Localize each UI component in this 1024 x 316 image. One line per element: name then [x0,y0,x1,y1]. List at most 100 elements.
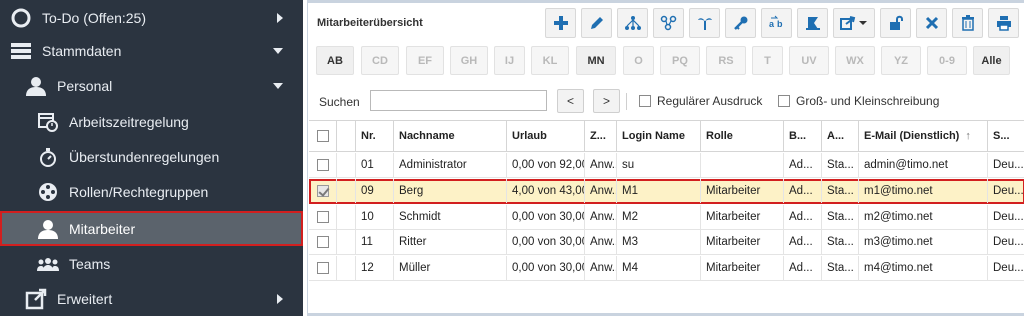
sidebar-item-label: Personal [57,77,113,94]
row-select-cell[interactable] [309,256,337,280]
case-option[interactable]: Groß- und Kleinschreibung [778,94,939,108]
alpha-filter-MN[interactable]: MN [576,46,616,75]
cell-s: Deu... [993,159,1024,171]
table-row[interactable]: 12 Müller 0,00 von 30,00 Anw... M4 Mitar… [309,256,1024,281]
add-button[interactable] [545,8,576,38]
delete-button[interactable] [916,8,947,38]
row-checkbox[interactable] [316,262,329,274]
select-all-cell[interactable] [309,121,337,151]
edit-button[interactable] [581,8,612,38]
cell-s: Deu... [993,211,1024,223]
row-checkbox-checked[interactable] [316,185,329,197]
alpha-filter-CD[interactable]: CD [361,46,399,75]
flag-list-icon [805,17,820,30]
chevron-right-icon [277,293,283,304]
alpha-filter-UV[interactable]: UV [789,46,829,75]
sidebar-item-ueberstunden[interactable]: Überstundenregelungen [0,139,303,174]
external-edit-icon [24,287,48,311]
row-checkbox[interactable] [316,211,329,223]
sidebar-item-teams[interactable]: Teams [0,246,303,281]
unlock-button[interactable] [880,8,911,38]
sidebar-item-stammdaten[interactable]: Stammdaten [0,33,303,68]
select-all-checkbox[interactable] [316,130,329,142]
cell-s: Deu... [993,185,1024,197]
alpha-filter-EF[interactable]: EF [406,46,444,75]
table-row[interactable]: 10 Schmidt 0,00 von 30,00 Anw... M2 Mita… [309,205,1024,230]
sidebar-item-erweitert[interactable]: Erweitert [0,281,303,316]
cell-login: M3 [617,230,701,254]
print-button[interactable] [988,8,1019,38]
regex-checkbox[interactable] [639,95,651,107]
alpha-filter-WX[interactable]: WX [835,46,875,75]
alpha-filter-O[interactable]: O [623,46,654,75]
alpha-filter-KL[interactable]: KL [531,46,569,75]
cell-nr: 01 [356,153,394,177]
column-header-a[interactable]: A... [822,121,859,151]
sidebar-item-todo[interactable]: To-Do (Offen:25) [0,0,303,35]
text-compare-button[interactable]: ab [761,8,792,38]
cell-b: Ad... [784,205,822,229]
row-checkbox[interactable] [316,236,329,248]
alpha-filter-IJ[interactable]: IJ [494,46,525,75]
alpha-filter-T[interactable]: T [752,46,783,75]
table-row-selected[interactable]: 09 Berg 4,00 von 43,00 Anw... M1 Mitarbe… [309,179,1024,204]
key-button[interactable] [725,8,756,38]
share-button[interactable] [653,8,684,38]
cell-z: Anw... [585,230,617,254]
regex-option[interactable]: Regulärer Ausdruck [639,94,762,108]
row-checkbox[interactable] [316,159,329,171]
trash-button[interactable] [952,8,983,38]
page-title: Mitarbeiterübersicht [317,17,423,29]
flag-list-button[interactable] [797,8,828,38]
cell-email: m4@timo.net [859,256,988,280]
table-header: Nr. Nachname Urlaub Z... Login Name Roll… [309,120,1024,152]
column-header-nr[interactable]: Nr. [356,121,394,151]
case-checkbox[interactable] [778,95,790,107]
row-select-cell[interactable] [309,153,337,177]
trash-icon [961,15,974,31]
vacation-button[interactable] [689,8,720,38]
sidebar-item-arbeitszeitregelung[interactable]: Arbeitszeitregelung [0,104,303,139]
alpha-filter-alle[interactable]: Alle [973,46,1010,75]
column-header-rolle[interactable]: Rolle [701,121,784,151]
row-select-cell[interactable] [309,179,337,203]
row-blank-cell [337,153,356,177]
alpha-filter-GH[interactable]: GH [450,46,488,75]
export-dropdown-button[interactable] [833,8,875,38]
alpha-filter-RS[interactable]: RS [706,46,746,75]
alpha-filter-PQ[interactable]: PQ [660,46,700,75]
column-header-nachname[interactable]: Nachname [394,121,507,151]
person-icon [24,74,48,98]
sidebar-item-personal[interactable]: Personal [0,68,303,103]
row-select-cell[interactable] [309,230,337,254]
divider [626,93,627,110]
column-header-login[interactable]: Login Name [617,121,701,151]
row-select-cell[interactable] [309,205,337,229]
cell-a: Sta... [822,153,859,177]
sidebar-item-mitarbeiter[interactable]: Mitarbeiter [0,211,303,246]
row-blank-cell [337,179,356,203]
alpha-filter-0-9[interactable]: 0-9 [927,46,967,75]
column-header-z[interactable]: Z... [585,121,617,151]
print-icon [996,16,1011,31]
hierarchy-button[interactable] [617,8,648,38]
cell-a: Sta... [822,256,859,280]
sidebar-item-rollen[interactable]: Rollen/Rechtegruppen [0,174,303,209]
cell-rolle: Mitarbeiter [701,230,784,254]
column-header-b[interactable]: B... [784,121,822,151]
cell-urlaub: 0,00 von 30,00 [507,205,585,229]
search-input[interactable] [370,90,547,111]
svg-text:b: b [777,19,783,29]
search-prev-button[interactable]: < [557,89,584,113]
column-header-s[interactable]: S... [988,121,1024,151]
column-header-urlaub[interactable]: Urlaub [507,121,585,151]
table-row[interactable]: 01 Administrator 0,00 von 92,00 Anw... s… [309,153,1024,178]
alpha-filter-AB[interactable]: AB [316,46,354,75]
share-icon [660,15,676,31]
sidebar-item-label: Erweitert [57,290,113,307]
table-row[interactable]: 11 Ritter 0,00 von 30,00 Anw... M3 Mitar… [309,230,1024,255]
alpha-filter-YZ[interactable]: YZ [881,46,921,75]
column-header-email-label: E-Mail (Dienstlich) [864,130,960,142]
column-header-email[interactable]: E-Mail (Dienstlich) ↑ [859,121,988,151]
search-next-button[interactable]: > [593,89,620,113]
